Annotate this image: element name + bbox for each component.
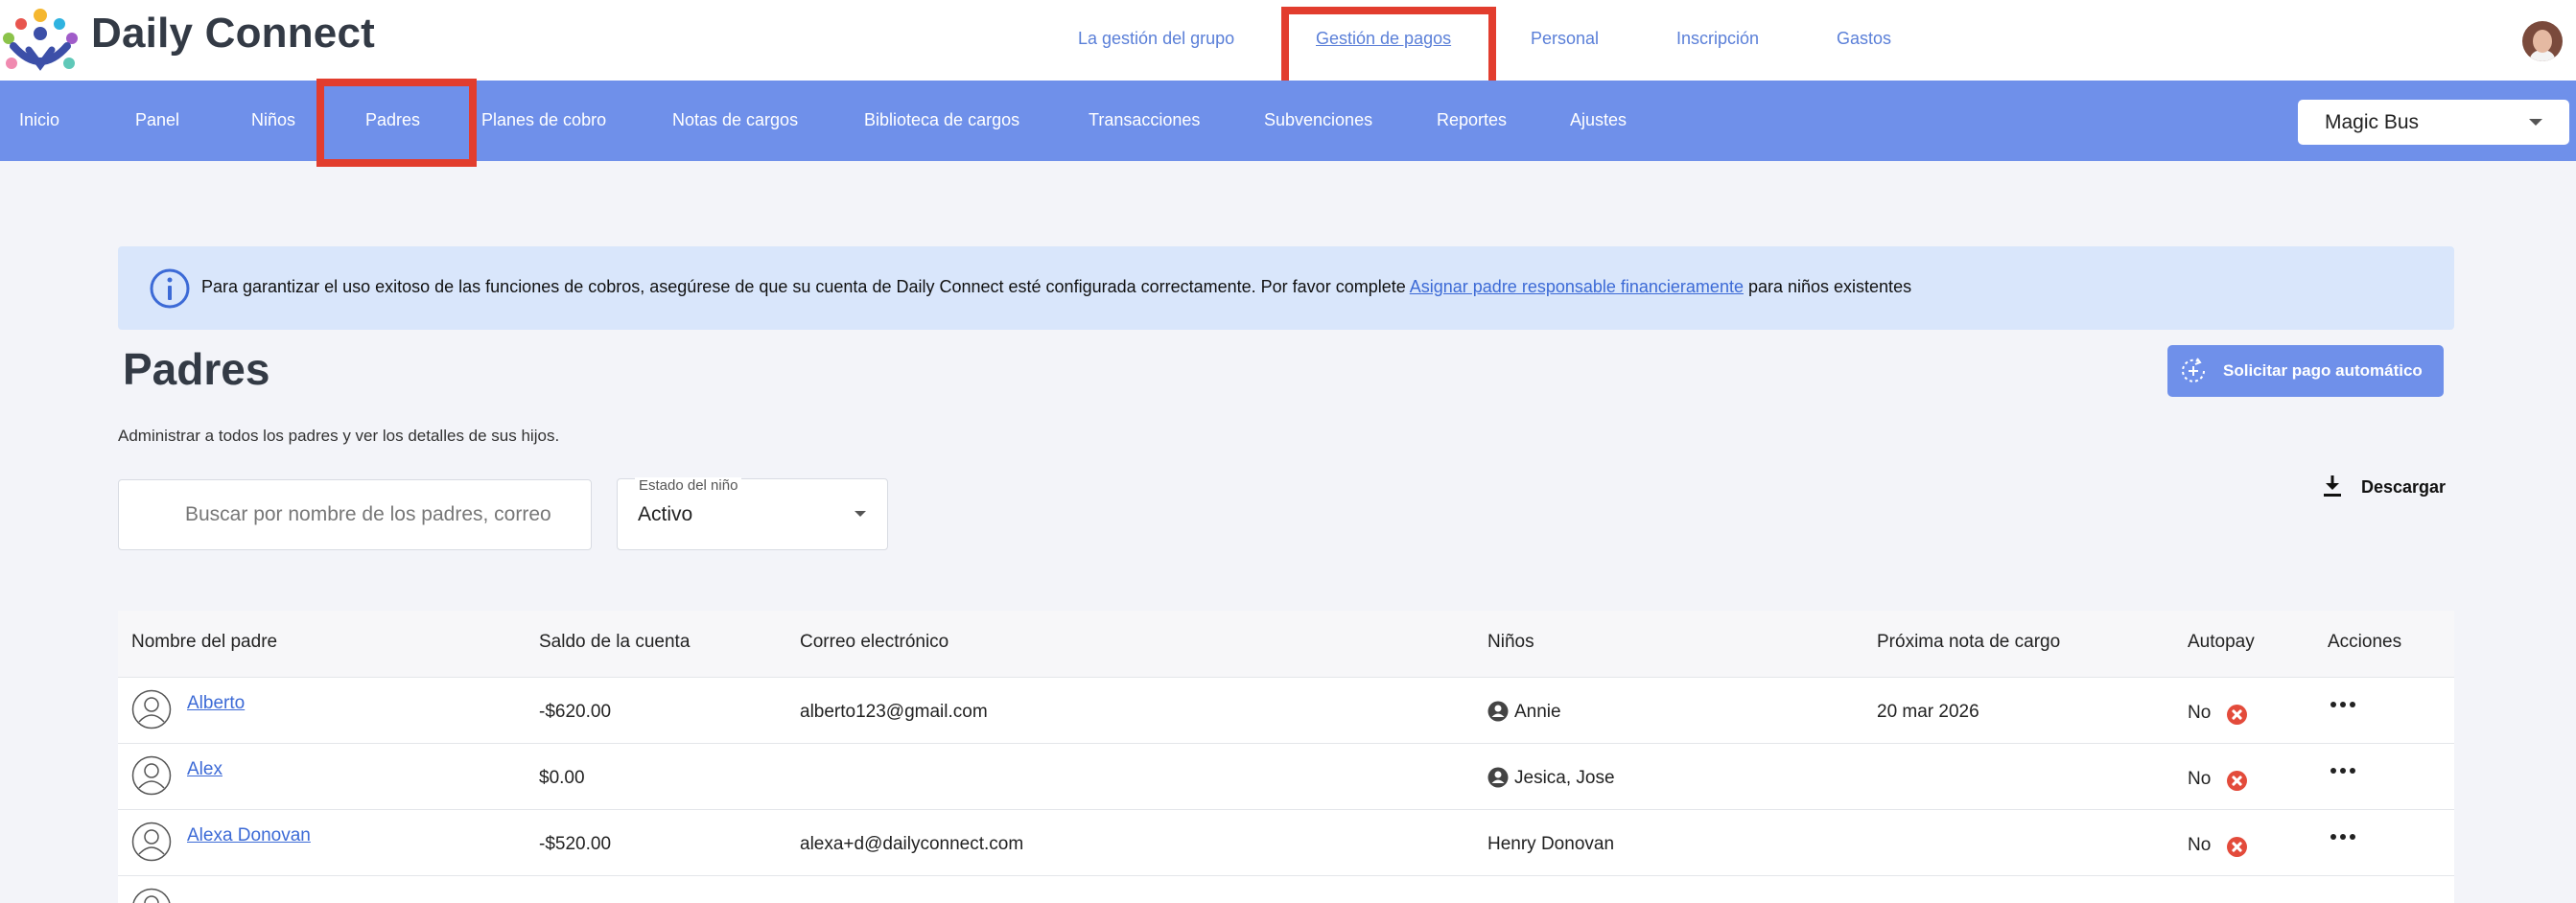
more-actions-icon[interactable]: [2330, 761, 2361, 780]
header-next-charge[interactable]: Próxima nota de cargo: [1877, 632, 2060, 653]
sub-nav-reports[interactable]: Reportes: [1437, 110, 1507, 130]
parent-search-input[interactable]: [118, 479, 592, 550]
parent-name-link[interactable]: Alex: [187, 759, 222, 780]
download-icon: [2324, 475, 2341, 497]
parent-avatar-icon: [131, 822, 172, 862]
page-title: Padres: [123, 344, 270, 394]
autopay-refresh-icon: [2182, 358, 2205, 382]
sub-nav-invoices[interactable]: Notas de cargos: [672, 110, 798, 130]
header-parent-name[interactable]: Nombre del padre: [131, 632, 277, 653]
header-children[interactable]: Niños: [1487, 632, 1534, 653]
email-cell: alberto123@gmail.com: [800, 702, 988, 722]
sub-nav-children[interactable]: Niños: [251, 110, 295, 130]
alert-text-before: Para garantizar el uso exitoso de las fu…: [201, 277, 1410, 296]
school-select[interactable]: Magic Bus: [2298, 100, 2569, 145]
parent-avatar-icon: [132, 888, 171, 903]
highlight-box-payments: [1281, 7, 1496, 91]
chevron-down-icon: [855, 511, 866, 517]
header-autopay[interactable]: Autopay: [2188, 632, 2255, 653]
user-avatar[interactable]: [2522, 21, 2563, 61]
sub-nav-subsidies[interactable]: Subvenciones: [1264, 110, 1372, 130]
child-account-icon: [1487, 701, 1509, 722]
balance-cell: -$520.00: [539, 834, 612, 854]
sub-nav-settings[interactable]: Ajustes: [1570, 110, 1627, 130]
daily-connect-logo[interactable]: [0, 8, 81, 73]
header-actions: Acciones: [2328, 632, 2402, 652]
next-charge-cell: 20 mar 2026: [1877, 702, 1979, 722]
request-autopay-label: Solicitar pago automático: [2223, 361, 2423, 380]
table-row[interactable]: [118, 876, 2454, 903]
page-subtitle: Administrar a todos los padres y ver los…: [118, 427, 560, 445]
autopay-status: No: [2188, 769, 2212, 789]
alert-message: Para garantizar el uso exitoso de las fu…: [201, 277, 1911, 297]
autopay-status: No: [2188, 835, 2212, 855]
assign-financial-parent-link[interactable]: Asignar padre responsable financierament…: [1410, 277, 1744, 296]
child-status-select[interactable]: Estado del niño Activo: [617, 477, 888, 550]
sub-nav-billing-plans[interactable]: Planes de cobro: [481, 110, 606, 130]
parent-avatar-icon: [131, 689, 172, 729]
sub-nav-dashboard[interactable]: Panel: [135, 110, 179, 130]
request-autopay-button[interactable]: Solicitar pago automático: [2167, 345, 2444, 397]
table-header: Nombre del padre Saldo de la cuenta Corr…: [118, 611, 2454, 678]
chevron-down-icon: [2529, 119, 2542, 126]
school-select-value: Magic Bus: [2325, 111, 2420, 133]
sub-nav-home[interactable]: Inicio: [19, 110, 59, 130]
parents-table: Nombre del padre Saldo de la cuenta Corr…: [118, 611, 2454, 903]
top-nav-staff[interactable]: Personal: [1531, 29, 1599, 49]
parent-avatar-icon: [131, 755, 172, 796]
download-button[interactable]: Descargar: [2319, 470, 2447, 504]
alert-text-after: para niños existentes: [1743, 277, 1912, 296]
sub-nav-transactions[interactable]: Transacciones: [1089, 110, 1200, 130]
autopay-status: No: [2188, 703, 2212, 723]
parent-name-link[interactable]: Alexa Donovan: [187, 825, 311, 846]
more-actions-icon[interactable]: [2330, 827, 2361, 846]
autopay-off-icon: [2227, 771, 2247, 791]
table-row[interactable]: Alex $0.00 Jesica, Jose No: [118, 744, 2454, 810]
children-names: Henry Donovan: [1487, 834, 1615, 854]
children-names: Jesica, Jose: [1514, 768, 1615, 788]
table-row[interactable]: Alberto -$620.00 alberto123@gmail.com An…: [118, 678, 2454, 744]
download-label: Descargar: [2361, 477, 2447, 497]
sub-nav-charge-library[interactable]: Biblioteca de cargos: [864, 110, 1019, 130]
child-account-icon: [1487, 767, 1509, 788]
parent-name-link[interactable]: Alberto: [187, 693, 245, 714]
autopay-off-icon: [2227, 837, 2247, 857]
balance-cell: $0.00: [539, 768, 585, 788]
top-nav-expenses[interactable]: Gastos: [1837, 29, 1891, 49]
more-actions-icon[interactable]: [2330, 695, 2361, 714]
email-cell: alexa+d@dailyconnect.com: [800, 834, 1024, 854]
header-email[interactable]: Correo electrónico: [800, 632, 948, 653]
top-nav-group-management[interactable]: La gestión del grupo: [1078, 29, 1234, 49]
info-icon: [150, 268, 190, 309]
autopay-off-icon: [2227, 705, 2247, 725]
brand-name: Daily Connect: [91, 10, 375, 57]
child-status-label: Estado del niño: [635, 477, 742, 494]
children-names: Annie: [1514, 702, 1561, 722]
table-row[interactable]: Alexa Donovan -$520.00 alexa+d@dailyconn…: [118, 810, 2454, 876]
balance-cell: -$620.00: [539, 702, 612, 722]
top-nav-enrollment[interactable]: Inscripción: [1676, 29, 1759, 49]
highlight-box-parents: [316, 79, 477, 167]
child-status-value: Activo: [638, 503, 693, 525]
header-balance[interactable]: Saldo de la cuenta: [539, 632, 690, 653]
info-alert: Para garantizar el uso exitoso de las fu…: [118, 246, 2454, 330]
